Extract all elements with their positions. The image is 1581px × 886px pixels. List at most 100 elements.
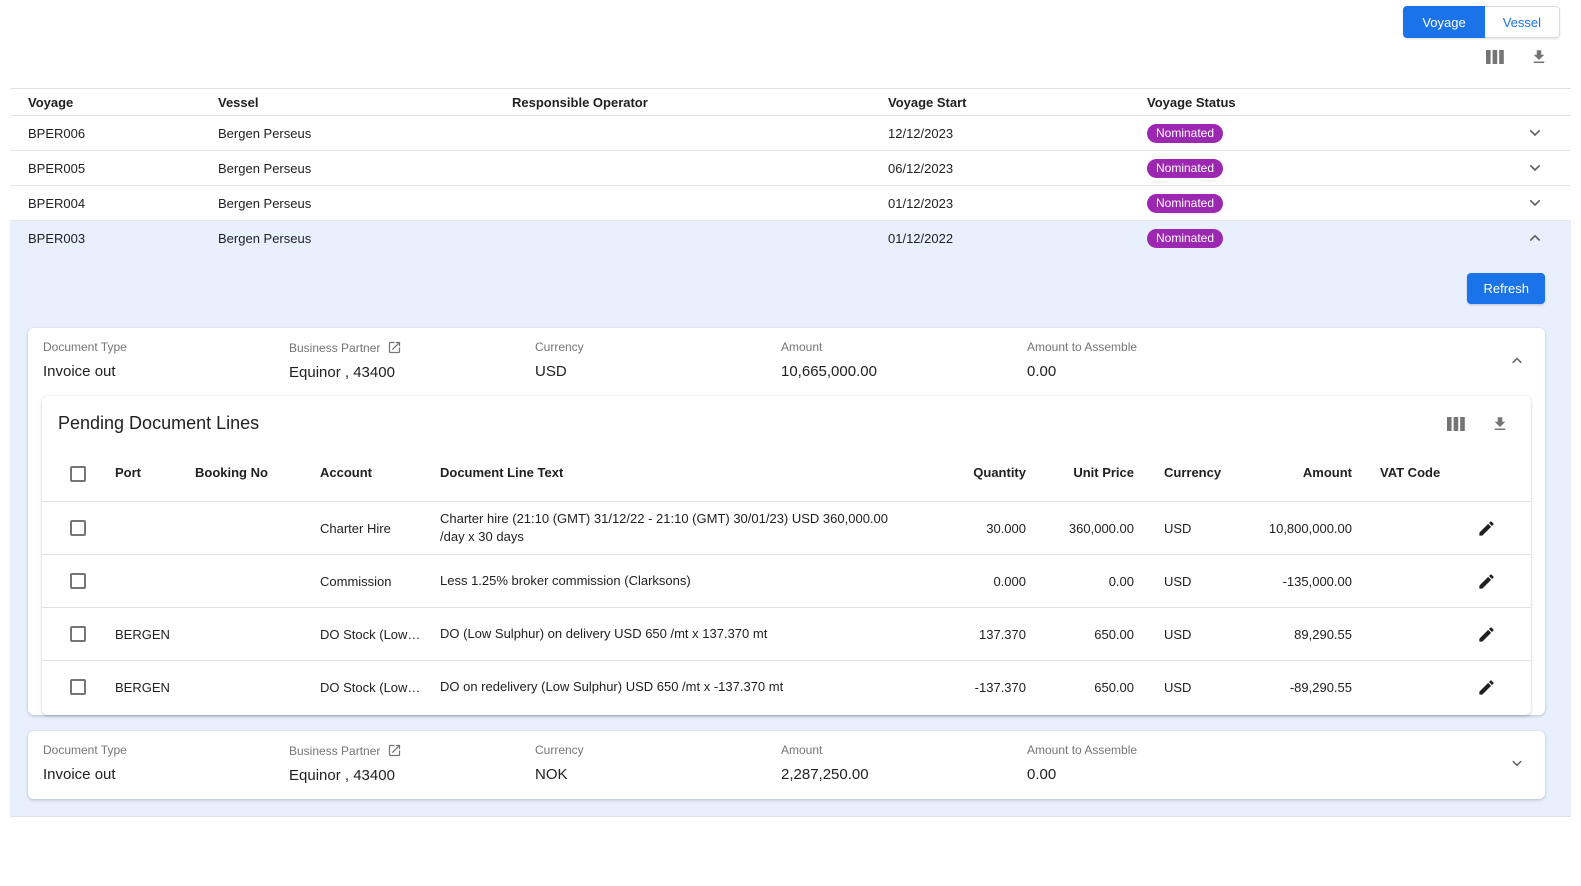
top-toolbar: Voyage Vessel [0, 0, 1581, 88]
line-text-cell: Charter hire (21:10 (GMT) 31/12/22 - 21:… [440, 510, 948, 546]
table-row[interactable]: BPER005 Bergen Perseus 06/12/2023 Nomina… [10, 151, 1571, 186]
voyage-cell: BPER004 [10, 196, 218, 211]
expanded-voyage-detail: Refresh Document Type Invoice out Busine… [10, 256, 1571, 816]
next-table-row-partial [10, 816, 1571, 826]
download-icon[interactable] [1530, 48, 1548, 66]
currency-cell: USD [1134, 680, 1246, 695]
unit-price-cell: 360,000.00 [1026, 521, 1134, 536]
row-checkbox[interactable] [70, 679, 86, 695]
voyage-start-cell: 06/12/2023 [888, 161, 1147, 176]
col-header-start: Voyage Start [888, 95, 1147, 110]
pending-document-lines-card: Pending Document Lines Port Booking No A… [42, 396, 1531, 715]
col-header-booking-no: Booking No [195, 463, 320, 483]
voyage-start-cell: 12/12/2023 [888, 126, 1147, 141]
col-header-voyage: Voyage [10, 95, 218, 110]
row-checkbox[interactable] [70, 520, 86, 536]
columns-icon[interactable] [1486, 49, 1504, 65]
document-line-row: BERGEN DO Stock (Low… DO on redelivery (… [42, 660, 1531, 713]
voyage-status-cell: Nominated [1147, 194, 1437, 213]
account-cell: DO Stock (Low… [320, 627, 440, 642]
col-header-amount: Amount [1246, 463, 1352, 483]
amount-label: Amount [781, 743, 1027, 757]
edit-pencil-icon[interactable] [1477, 572, 1496, 591]
business-partner-label: Business Partner [289, 744, 380, 758]
open-in-new-icon[interactable] [387, 340, 402, 355]
amount-label: Amount [781, 340, 1027, 354]
toggle-voyage-button[interactable]: Voyage [1403, 6, 1484, 38]
voyage-cell: BPER003 [10, 231, 218, 246]
download-icon[interactable] [1491, 415, 1509, 433]
business-partner-label: Business Partner [289, 341, 380, 355]
pending-document-lines-title: Pending Document Lines [58, 413, 259, 434]
voyage-table: Voyage Vessel Responsible Operator Voyag… [10, 88, 1571, 256]
currency-cell: USD [1134, 521, 1246, 536]
refresh-button[interactable]: Refresh [1467, 273, 1545, 304]
unit-price-cell: 0.00 [1026, 574, 1134, 589]
row-checkbox[interactable] [70, 626, 86, 642]
quantity-cell: 30.000 [948, 521, 1026, 536]
amount-cell: 10,800,000.00 [1246, 521, 1352, 536]
amount-cell: -89,290.55 [1246, 680, 1352, 695]
chevron-down-icon[interactable] [1507, 754, 1527, 777]
voyage-vessel-toggle: Voyage Vessel [1403, 6, 1560, 38]
edit-pencil-icon[interactable] [1477, 625, 1496, 644]
col-header-vat-code: VAT Code [1352, 463, 1441, 483]
document-type-value: Invoice out [43, 766, 289, 783]
currency-label: Currency [535, 340, 781, 354]
toggle-vessel-button[interactable]: Vessel [1485, 6, 1560, 38]
col-header-currency: Currency [1134, 463, 1246, 483]
vessel-cell: Bergen Perseus [218, 231, 512, 246]
document-line-row: BERGEN DO Stock (Low… DO (Low Sulphur) o… [42, 607, 1531, 660]
table-row[interactable]: BPER006 Bergen Perseus 12/12/2023 Nomina… [10, 116, 1571, 151]
col-header-quantity: Quantity [948, 463, 1026, 483]
voyage-status-cell: Nominated [1147, 159, 1437, 178]
voyage-cell: BPER005 [10, 161, 218, 176]
table-row[interactable]: BPER004 Bergen Perseus 01/12/2023 Nomina… [10, 186, 1571, 221]
amount-cell: -135,000.00 [1246, 574, 1352, 589]
voyage-status-cell: Nominated [1147, 124, 1437, 143]
account-cell: DO Stock (Low… [320, 680, 440, 695]
chevron-down-icon[interactable] [1524, 157, 1546, 179]
document-line-row: Charter Hire Charter hire (21:10 (GMT) 3… [42, 501, 1531, 554]
document-line-row: Commission Less 1.25% broker commission … [42, 554, 1531, 607]
account-cell: Commission [320, 574, 440, 589]
status-badge: Nominated [1147, 194, 1223, 213]
col-header-operator: Responsible Operator [512, 95, 888, 110]
account-cell: Charter Hire [320, 521, 440, 536]
document-summary[interactable]: Document Type Invoice out Business Partn… [28, 328, 1545, 396]
status-badge: Nominated [1147, 159, 1223, 178]
row-checkbox[interactable] [70, 573, 86, 589]
select-all-checkbox[interactable] [70, 466, 86, 482]
col-header-vessel: Vessel [218, 95, 512, 110]
unit-price-cell: 650.00 [1026, 680, 1134, 695]
currency-cell: USD [1134, 574, 1246, 589]
document-card: Document Type Invoice out Business Partn… [28, 328, 1545, 715]
table-row-expanded[interactable]: BPER003 Bergen Perseus 01/12/2022 Nomina… [10, 221, 1571, 256]
currency-value: NOK [535, 766, 781, 783]
port-cell: BERGEN [115, 627, 195, 642]
amount-to-assemble-value: 0.00 [1027, 766, 1273, 783]
columns-icon[interactable] [1447, 416, 1465, 432]
col-header-status: Voyage Status [1147, 95, 1437, 110]
port-cell: BERGEN [115, 680, 195, 695]
chevron-down-icon[interactable] [1524, 122, 1546, 144]
chevron-up-icon[interactable] [1524, 227, 1546, 249]
amount-to-assemble-value: 0.00 [1027, 363, 1273, 380]
business-partner-value: Equinor , 43400 [289, 767, 535, 784]
chevron-up-icon[interactable] [1507, 351, 1527, 374]
amount-cell: 89,290.55 [1246, 627, 1352, 642]
status-badge: Nominated [1147, 229, 1223, 248]
document-summary[interactable]: Document Type Invoice out Business Partn… [28, 731, 1545, 799]
currency-cell: USD [1134, 627, 1246, 642]
open-in-new-icon[interactable] [387, 743, 402, 758]
edit-pencil-icon[interactable] [1477, 519, 1496, 538]
edit-pencil-icon[interactable] [1477, 678, 1496, 697]
unit-price-cell: 650.00 [1026, 627, 1134, 642]
pending-lines-header: Port Booking No Account Document Line Te… [42, 446, 1531, 501]
status-badge: Nominated [1147, 124, 1223, 143]
col-header-line-text: Document Line Text [440, 464, 948, 482]
chevron-down-icon[interactable] [1524, 192, 1546, 214]
vessel-cell: Bergen Perseus [218, 161, 512, 176]
voyage-start-cell: 01/12/2022 [888, 231, 1147, 246]
amount-to-assemble-label: Amount to Assemble [1027, 340, 1273, 354]
